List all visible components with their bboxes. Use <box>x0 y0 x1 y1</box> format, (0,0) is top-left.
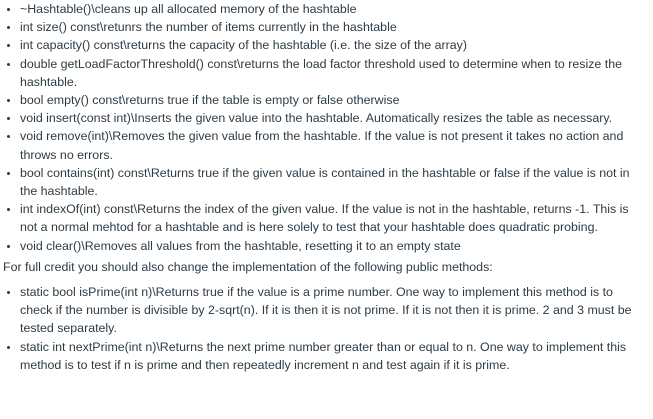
bullet-icon <box>7 291 10 295</box>
list-item: bool empty() const\returns true if the t… <box>0 91 653 109</box>
document-body: ~Hashtable()\cleans up all allocated mem… <box>0 0 653 374</box>
bullet-icon <box>7 117 10 121</box>
list-item: void remove(int)\Removes the given value… <box>0 127 653 163</box>
list-item-text: bool contains(int) const\Returns true if… <box>20 165 630 199</box>
list-item: int capacity() const\returns the capacit… <box>0 36 653 54</box>
bullet-icon <box>7 99 10 103</box>
bullet-icon <box>7 26 10 30</box>
list-item: void clear()\Removes all values from the… <box>0 237 653 255</box>
list-item-text: static int nextPrime(int n)\Returns the … <box>20 339 627 372</box>
list-item-text: void remove(int)\Removes the given value… <box>20 129 624 162</box>
list-item-text: int size() const\retunrs the number of i… <box>20 20 397 35</box>
list-item-text: bool empty() const\returns true if the t… <box>20 93 400 108</box>
bullet-icon <box>7 135 10 139</box>
list-item: void insert(const int)\Inserts the given… <box>0 109 653 127</box>
bullet-icon <box>7 44 10 48</box>
list-item-text: int capacity() const\returns the capacit… <box>20 38 467 53</box>
list-item: static bool isPrime(int n)\Returns true … <box>0 283 653 338</box>
list-item-text: ~Hashtable()\cleans up all allocated mem… <box>20 2 357 16</box>
list-item-text: void insert(const int)\Inserts the given… <box>20 111 613 126</box>
list-item-text: double getLoadFactorThreshold() const\re… <box>20 56 622 89</box>
list-item: bool contains(int) const\Returns true if… <box>0 164 653 200</box>
list-item: static int nextPrime(int n)\Returns the … <box>0 338 653 374</box>
bullet-icon <box>7 208 10 212</box>
list-item: double getLoadFactorThreshold() const\re… <box>0 55 653 91</box>
list-item: int size() const\retunrs the number of i… <box>0 18 653 36</box>
list-item: int indexOf(int) const\Returns the index… <box>0 200 653 236</box>
bullet-icon <box>7 171 10 175</box>
list-item: ~Hashtable()\cleans up all allocated mem… <box>0 0 653 18</box>
bullet-icon <box>7 8 10 11</box>
bullet-icon <box>7 345 10 349</box>
public-methods-list: static bool isPrime(int n)\Returns true … <box>0 283 653 374</box>
bullet-icon <box>7 244 10 248</box>
bullet-icon <box>7 62 10 66</box>
list-item-text: void clear()\Removes all values from the… <box>20 238 461 253</box>
intro-paragraph: For full credit you should also change t… <box>3 259 493 274</box>
methods-list: ~Hashtable()\cleans up all allocated mem… <box>0 0 653 255</box>
list-item-text: static bool isPrime(int n)\Returns true … <box>20 285 632 336</box>
list-item-text: int indexOf(int) const\Returns the index… <box>20 202 629 235</box>
